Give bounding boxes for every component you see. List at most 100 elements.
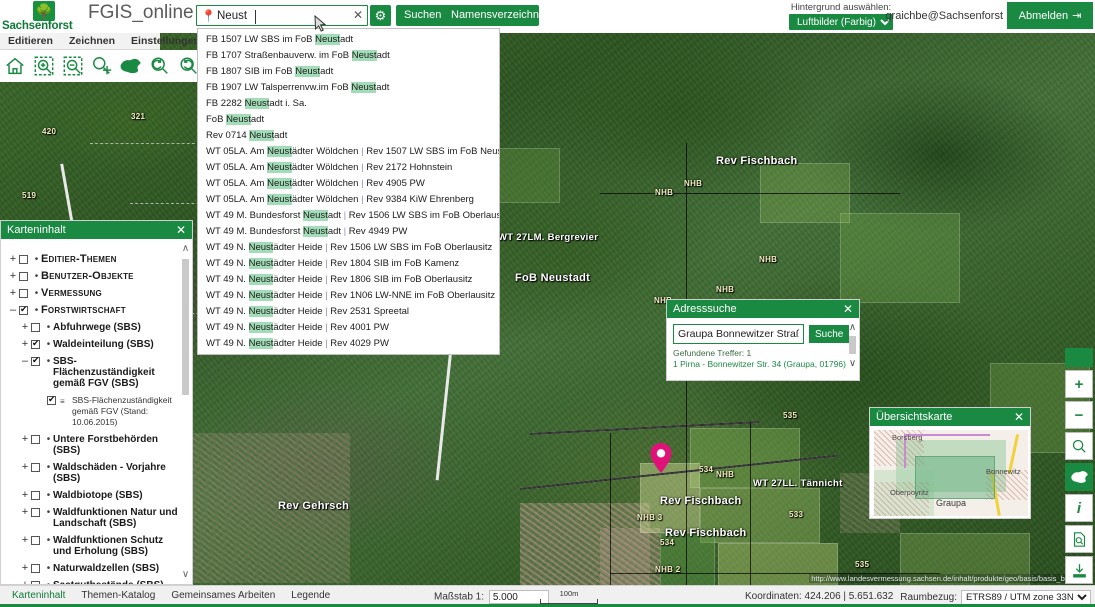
menu-item-editieren[interactable]: Editieren xyxy=(0,35,61,47)
address-result-item[interactable]: 1 Pirna - Bonnewitzer Str. 34 (Graupa, 0… xyxy=(673,359,853,369)
scrollbar-thumb[interactable] xyxy=(849,336,856,354)
layer-tree[interactable]: + • Editier-Themen + • Benutzer-Objekte + • Verm… xyxy=(1,239,192,584)
menu-item-einstellungen[interactable]: Einstellungen xyxy=(123,35,208,47)
layer-checkbox[interactable] xyxy=(19,304,28,315)
spatial-reference-select[interactable]: ETRS89 / UTM zone 33N xyxy=(961,590,1091,605)
zoom-previous-icon[interactable] xyxy=(145,51,174,81)
close-icon[interactable]: ✕ xyxy=(843,302,853,316)
layer-tree-node[interactable]: + • Waldbiotope (SBS) xyxy=(1,487,192,504)
expand-icon[interactable]: + xyxy=(19,563,31,574)
expand-icon[interactable]: + xyxy=(7,254,19,265)
layer-tree-node[interactable]: + • Benutzer-Objekte xyxy=(1,268,192,285)
expand-icon[interactable]: + xyxy=(19,322,31,333)
info-button[interactable]: i xyxy=(1065,494,1093,522)
layer-tree-node[interactable]: + • Abfuhrwege (SBS) xyxy=(1,319,192,336)
download-button[interactable] xyxy=(1065,556,1093,584)
layer-tree-node[interactable]: + • Untere Forstbehörden (SBS) xyxy=(1,431,192,459)
layer-tree-node[interactable]: + • Vermessung xyxy=(1,285,192,302)
search-suggestions-dropdown[interactable]: FB 1507 LW SBS im FoB Neustadt FB 1707 St… xyxy=(197,28,500,355)
chevron-down-icon[interactable]: ∨ xyxy=(181,569,190,580)
search-suggestion-item[interactable]: WT 49 N. Neustädter Heide | Rev 1806 SIB… xyxy=(198,271,499,287)
close-icon[interactable]: ✕ xyxy=(176,223,186,237)
layer-tree-node[interactable]: + •Saatgutbestände (SBS) xyxy=(1,577,192,584)
search-suggestion-item[interactable]: WT 05LA. Am Neustädter Wöldchen | Rev 49… xyxy=(198,175,499,191)
scrollbar-thumb[interactable] xyxy=(182,259,189,395)
layer-checkbox[interactable] xyxy=(31,435,40,444)
search-suggestion-item[interactable]: WT 49 M. Bundesforst Neustadt | Rev 1506… xyxy=(198,207,499,223)
background-select[interactable]: Luftbilder (Farbig) xyxy=(789,14,893,30)
expand-icon[interactable]: + xyxy=(7,271,19,282)
adresssuche-scrollbar[interactable]: ∧ ∨ xyxy=(848,322,857,369)
search-suggestion-item[interactable]: WT 05LA. Am Neustädter Wöldchen | Rev 21… xyxy=(198,159,499,175)
search-suggestion-item[interactable]: FoB Neustadt xyxy=(198,111,499,127)
search-suggestion-item[interactable]: FB 2282 Neustadt i. Sa. xyxy=(198,95,499,111)
search-suggestion-item[interactable]: WT 49 N. Neustädter Heide | Rev 2531 Spr… xyxy=(198,303,499,319)
layer-tree-node[interactable]: – •SBS-Flächenzuständigkeit gemäß FGV (SB… xyxy=(1,353,192,392)
search-suggestion-item[interactable]: FB 1707 Straßenbauverw. im FoB Neustadt xyxy=(198,47,499,63)
layer-tree-node[interactable]: – •Forstwirtschaft xyxy=(1,302,192,319)
chevron-down-icon[interactable]: ∨ xyxy=(848,358,857,369)
layer-tree-node[interactable]: + • Waldfunktionen Schutz und Erholung (SB… xyxy=(1,532,192,560)
search-box[interactable]: 📍 ✕ xyxy=(196,5,368,26)
layer-tree-node[interactable]: + • Waldschäden - Vorjahre (SBS) xyxy=(1,459,192,487)
layer-tree-node[interactable]: + • Naturwaldzellen (SBS) xyxy=(1,560,192,577)
layer-tree-node[interactable]: + •Waldeinteilung (SBS) xyxy=(1,336,192,353)
zoom-out-box-icon[interactable] xyxy=(58,51,87,81)
collapse-icon[interactable]: – xyxy=(7,305,19,316)
menu-item-zeichnen[interactable]: Zeichnen xyxy=(61,35,123,47)
layer-checkbox[interactable] xyxy=(47,394,56,405)
brand-logo[interactable]: 🌳 Sachsenforst xyxy=(2,1,88,32)
clear-x-icon[interactable]: ✕ xyxy=(353,8,363,22)
search-suggestion-item[interactable]: WT 49 N. Neustädter Heide | Rev 4949 PW xyxy=(198,351,499,354)
search-suggestion-item[interactable]: WT 49 N. Neustädter Heide | Rev 4001 PW xyxy=(198,319,499,335)
layer-checkbox[interactable] xyxy=(19,272,28,281)
search-suggestion-item[interactable]: Rev 0714 Neustadt xyxy=(198,127,499,143)
search-suggestion-item[interactable]: FB 1807 SIB im FoB Neustadt xyxy=(198,63,499,79)
layer-tree-node[interactable]: + • Waldfunktionen Natur und Landschaft (S… xyxy=(1,504,192,532)
search-suggestion-item[interactable]: FB 1907 LW Talsperrenvw.im FoB Neustadt xyxy=(198,79,499,95)
address-search-button[interactable]: Suche xyxy=(809,325,849,343)
layer-tree-node[interactable]: ≡ SBS-Flächenzuständigkeit gemäß FGV (Sta… xyxy=(1,392,192,431)
search-input[interactable] xyxy=(215,7,349,24)
namensverzeichnis-button[interactable]: Namensverzeichnis xyxy=(443,5,547,26)
gear-icon[interactable]: ⚙ xyxy=(370,5,391,26)
pan-navigate-icon[interactable] xyxy=(87,51,116,81)
suchen-button[interactable]: Suchen▾ xyxy=(396,5,450,26)
expand-icon[interactable]: + xyxy=(19,507,31,518)
close-icon[interactable]: ✕ xyxy=(1014,410,1024,424)
zoom-in-box-icon[interactable] xyxy=(29,51,58,81)
layer-checkbox[interactable] xyxy=(31,491,40,500)
layer-checkbox[interactable] xyxy=(31,508,40,517)
expand-icon[interactable]: + xyxy=(19,339,31,350)
expand-icon[interactable]: + xyxy=(7,288,19,299)
layer-checkbox[interactable] xyxy=(19,289,28,298)
saxony-shape-icon[interactable] xyxy=(116,51,145,81)
home-icon[interactable] xyxy=(0,51,29,81)
search-suggestion-item[interactable]: WT 49 N. Neustädter Heide | Rev 4029 PW xyxy=(198,335,499,351)
search-suggestion-item[interactable]: WT 49 N. Neustädter Heide | Rev 1N06 LW-… xyxy=(198,287,499,303)
layer-checkbox[interactable] xyxy=(31,323,40,332)
document-search-button[interactable] xyxy=(1065,525,1093,553)
zoom-out-button[interactable]: − xyxy=(1065,401,1093,429)
search-suggestion-item[interactable]: WT 05LA. Am Neustädter Wöldchen | Rev 93… xyxy=(198,191,499,207)
overview-map[interactable]: Borsberg Bonnewitz Oberpoyritz Graupa xyxy=(874,430,1028,516)
search-suggestion-item[interactable]: WT 05LA. Am Neustädter Wöldchen | Rev 15… xyxy=(198,143,499,159)
layer-checkbox[interactable] xyxy=(31,355,40,366)
expand-icon[interactable]: + xyxy=(19,462,31,473)
collapse-icon[interactable]: – xyxy=(19,356,31,367)
layer-checkbox[interactable] xyxy=(31,338,40,349)
zoom-in-button[interactable]: + xyxy=(1065,370,1093,398)
layer-checkbox[interactable] xyxy=(19,255,28,264)
search-suggestion-item[interactable]: WT 49 N. Neustädter Heide | Rev 1506 LW … xyxy=(198,239,499,255)
saxony-extent-button[interactable] xyxy=(1065,463,1093,491)
expand-icon[interactable]: + xyxy=(19,434,31,445)
logout-button[interactable]: Abmelden ⇥ xyxy=(1007,2,1093,29)
zoom-to-location-button[interactable] xyxy=(1065,432,1093,460)
search-suggestion-item[interactable]: FB 1507 LW SBS im FoB Neustadt xyxy=(198,31,499,47)
expand-icon[interactable]: + xyxy=(19,580,31,585)
layer-tree-scrollbar[interactable]: ∧ ∨ xyxy=(181,243,190,580)
layer-tree-node[interactable]: + • Editier-Themen xyxy=(1,251,192,268)
layer-checkbox[interactable] xyxy=(31,536,40,545)
map-marker-pin[interactable] xyxy=(650,443,672,476)
address-input[interactable] xyxy=(673,324,804,344)
